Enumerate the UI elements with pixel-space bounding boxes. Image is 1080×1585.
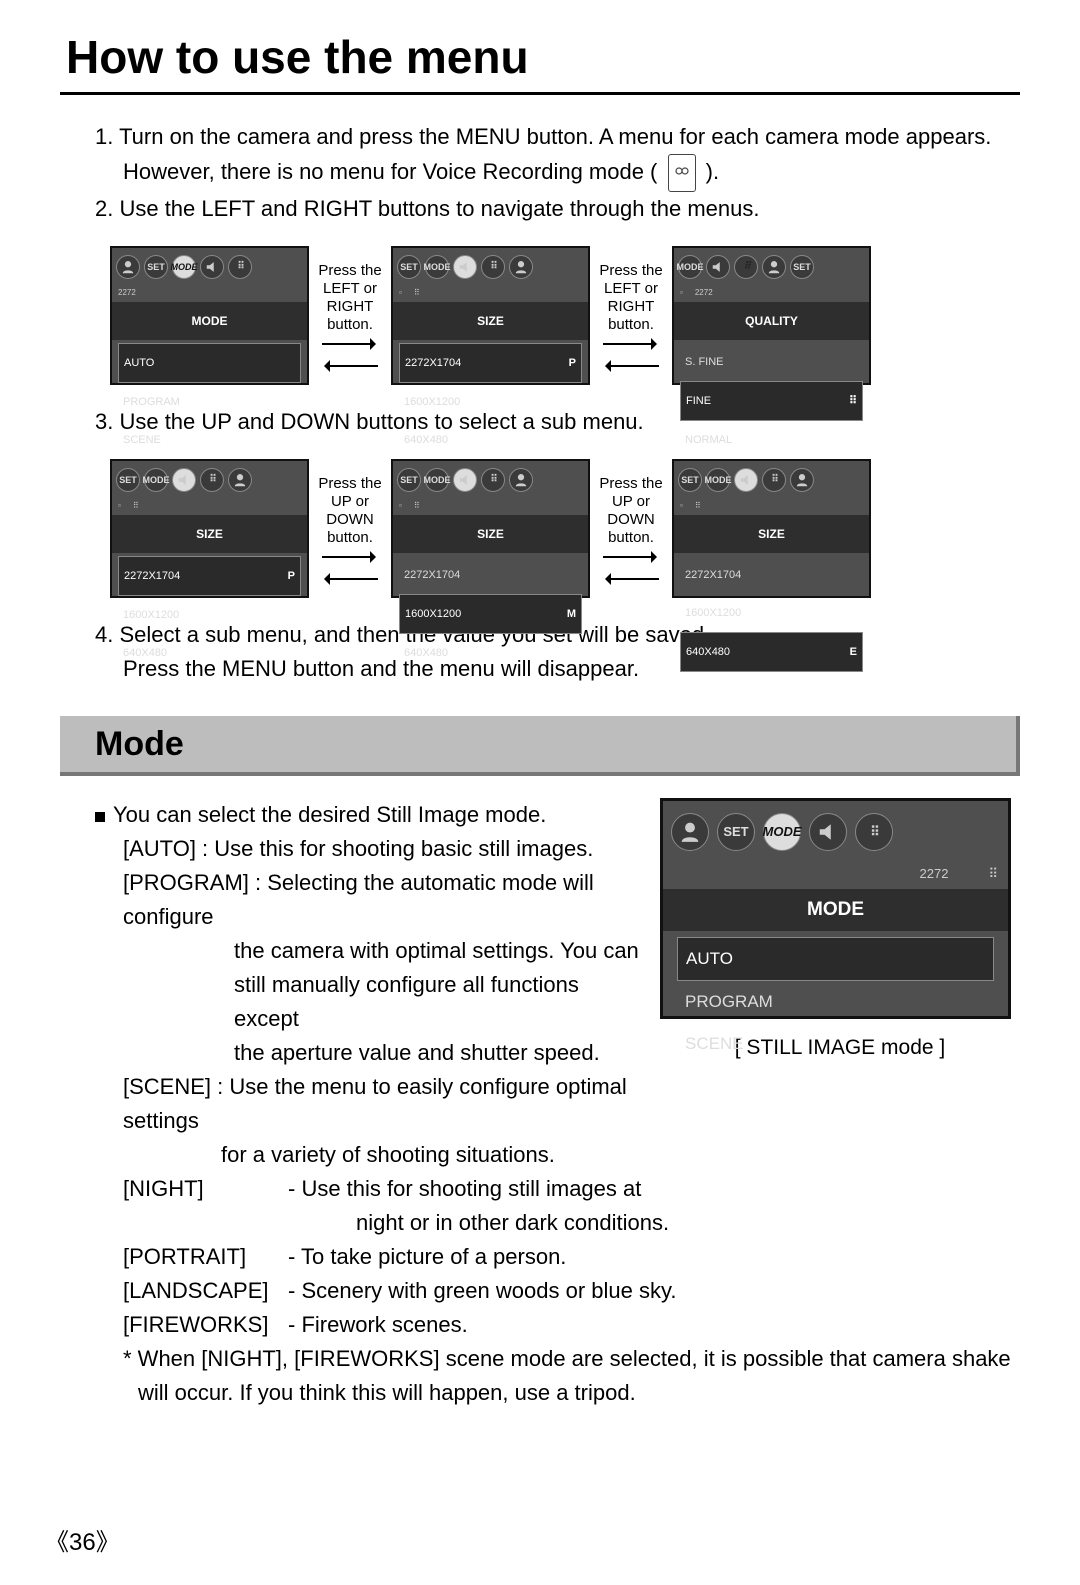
person-icon: [228, 468, 252, 492]
section-title: Mode: [95, 727, 184, 761]
menu-title: SIZE: [393, 515, 588, 553]
grid-icon: ⠿: [481, 255, 505, 279]
grid-icon: ⠿: [762, 468, 786, 492]
lcd-screen-mode-large: SET MODE ⠿ 2272⠿ MODE AUTO PROGRAM SCENE: [660, 798, 1011, 1019]
speaker-icon: [172, 468, 196, 492]
step-1-line1: 1. Turn on the camera and press the MENU…: [95, 120, 1020, 154]
menu-item: SCENE: [118, 421, 301, 459]
mode-figure: SET MODE ⠿ 2272⠿ MODE AUTO PROGRAM SCENE…: [660, 798, 1020, 1172]
mode-description: You can select the desired Still Image m…: [95, 798, 660, 1172]
menu-title: SIZE: [112, 515, 307, 553]
arrows-lr-icon: [320, 553, 380, 583]
mode-icon: MODE: [425, 468, 449, 492]
nav-lr-2: Press the LEFT or RIGHT button.: [596, 262, 666, 370]
menu-item: 640X480: [399, 421, 582, 459]
menu-item: 2272X1704P: [118, 556, 301, 596]
section-header: Mode: [60, 716, 1020, 776]
speaker-icon: [453, 255, 477, 279]
lcd-screen-size-m: SET MODE ⠿ ▫⠿ SIZE 2272X1704 1600X1200M …: [391, 459, 590, 598]
menu-title: SIZE: [674, 515, 869, 553]
menu-title: MODE: [663, 889, 1008, 931]
menu-item: AUTO: [677, 937, 994, 981]
speaker-icon: [734, 468, 758, 492]
menu-item: 1600X1200M: [399, 594, 582, 634]
menu-item: 2272X1704P: [399, 343, 582, 383]
menu-item: S. FINE: [680, 343, 863, 381]
person-icon: [509, 255, 533, 279]
menu-item: 1600X1200: [399, 383, 582, 421]
lcd-screen-quality: MODE ⠿ SET ▫2272 QUALITY S. FINE FINE⠿ N…: [672, 246, 871, 385]
tab-icons: SET MODE ⠿: [663, 801, 1008, 863]
page-title: How to use the menu: [66, 31, 529, 83]
menu-item: NORMAL: [680, 421, 863, 459]
sub-info: ▫⠿: [393, 286, 588, 302]
mode-icon: MODE: [425, 255, 449, 279]
menu-item: 640X480E: [680, 632, 863, 672]
tab-icons: SET MODE ⠿: [393, 461, 588, 499]
lcd-screen-size-e: SET MODE ⠿ ▫⠿ SIZE 2272X1704 1600X1200 6…: [672, 459, 871, 598]
menu-item: 2272X1704: [399, 556, 582, 594]
person-icon: [509, 468, 533, 492]
grid-icon: ⠿: [200, 468, 224, 492]
tab-icons: SET MODE ⠿: [674, 461, 869, 499]
mode-icon: MODE: [172, 255, 196, 279]
grid-icon: ⠿: [481, 468, 505, 492]
mode-icon: MODE: [763, 813, 801, 851]
screens-row-2: SET MODE ⠿ ▫⠿ SIZE 2272X1704P 1600X1200 …: [110, 459, 1020, 598]
menu-item: 2272X1704: [680, 556, 863, 594]
menu-item: 640X480: [399, 634, 582, 672]
page-number: 《36》: [45, 1522, 120, 1557]
speaker-icon: [200, 255, 224, 279]
arrows-lr-icon: [601, 340, 661, 370]
title-rule: How to use the menu: [60, 30, 1020, 95]
menu-item: PROGRAM: [118, 383, 301, 421]
set-icon: SET: [790, 255, 814, 279]
speaker-icon: [809, 813, 847, 851]
voice-recording-icon: [668, 154, 696, 192]
menu-item: 640X480: [118, 634, 301, 672]
screens-row-1: SET MODE ⠿ 2272 MODE AUTO PROGRAM SCENE …: [110, 246, 1020, 385]
lcd-screen-size-p: SET MODE ⠿ ▫⠿ SIZE 2272X1704P 1600X1200 …: [110, 459, 309, 598]
bullet-icon: [95, 812, 105, 822]
speaker-icon: [453, 468, 477, 492]
tab-icons: SET MODE ⠿: [112, 461, 307, 499]
step-2: 2. Use the LEFT and RIGHT buttons to nav…: [95, 192, 1020, 226]
tab-icons: SET MODE ⠿: [393, 248, 588, 286]
arrows-lr-icon: [601, 553, 661, 583]
mode-icon: MODE: [706, 468, 730, 492]
person-icon: [671, 813, 709, 851]
tab-icons: SET MODE ⠿: [112, 248, 307, 286]
grid-icon: ⠿: [855, 813, 893, 851]
nav-lr-1: Press the LEFT or RIGHT button.: [315, 262, 385, 370]
set-icon: SET: [144, 255, 168, 279]
lcd-screen-size: SET MODE ⠿ ▫⠿ SIZE 2272X1704P 1600X1200 …: [391, 246, 590, 385]
scene-definitions: [NIGHT]- Use this for shooting still ima…: [123, 1172, 1020, 1410]
menu-item: FINE⠿: [680, 381, 863, 421]
set-icon: SET: [717, 813, 755, 851]
nav-ud-1: Press the UP or DOWN button.: [315, 475, 385, 583]
menu-title: MODE: [112, 302, 307, 340]
menu-title: SIZE: [393, 302, 588, 340]
sub-info: ▫2272: [674, 286, 869, 302]
person-icon: [762, 255, 786, 279]
sub-info: 2272: [112, 286, 307, 302]
nav-ud-2: Press the UP or DOWN button.: [596, 475, 666, 583]
menu-item: PROGRAM: [677, 981, 994, 1023]
menu-item: SCENE: [677, 1023, 994, 1065]
step-1-line2: However, there is no menu for Voice Reco…: [95, 154, 1020, 192]
menu-item: AUTO: [118, 343, 301, 383]
grid-icon: ⠿: [228, 255, 252, 279]
lcd-screen-mode: SET MODE ⠿ 2272 MODE AUTO PROGRAM SCENE: [110, 246, 309, 385]
person-icon: [790, 468, 814, 492]
mode-icon: MODE: [144, 468, 168, 492]
menu-item: 1600X1200: [118, 596, 301, 634]
menu-item: 1600X1200: [680, 594, 863, 632]
grid-icon: ⠿: [734, 255, 758, 279]
arrows-lr-icon: [320, 340, 380, 370]
